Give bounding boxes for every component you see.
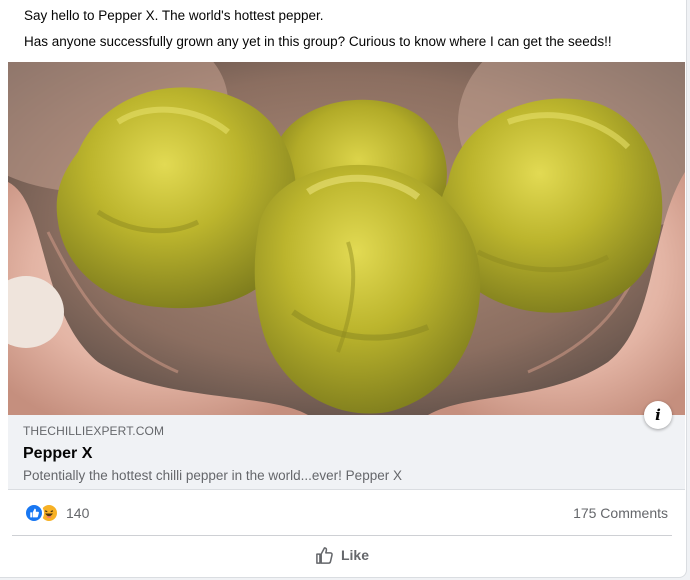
post-text-line-2: Has anyone successfully grown any yet in… bbox=[24, 34, 612, 49]
link-domain: THECHILLIEXPERT.COM bbox=[23, 424, 165, 438]
like-label: Like bbox=[340, 547, 369, 563]
post-text-line-1: Say hello to Pepper X. The world's hotte… bbox=[24, 8, 324, 23]
comments-count[interactable]: 175 Comments bbox=[573, 505, 668, 521]
link-preview-image[interactable] bbox=[8, 62, 685, 415]
reactions-summary[interactable]: 140 bbox=[24, 503, 89, 523]
post-card: Say hello to Pepper X. The world's hotte… bbox=[0, 0, 687, 578]
info-icon[interactable]: i bbox=[644, 401, 672, 429]
thumbs-up-icon bbox=[316, 546, 333, 564]
peppers-photo bbox=[8, 62, 685, 415]
link-preview-meta[interactable]: THECHILLIEXPERT.COM Pepper X Potentially… bbox=[8, 415, 685, 490]
like-reaction-icon[interactable] bbox=[24, 503, 44, 523]
link-title[interactable]: Pepper X bbox=[23, 444, 685, 464]
divider bbox=[12, 535, 672, 536]
reaction-summary-bar: 140 175 Comments bbox=[24, 501, 668, 525]
post-message: Say hello to Pepper X. The world's hotte… bbox=[0, 0, 686, 51]
reaction-count[interactable]: 140 bbox=[66, 505, 89, 521]
link-description: Potentially the hottest chilli pepper in… bbox=[23, 468, 402, 483]
like-button[interactable]: Like bbox=[12, 540, 672, 570]
